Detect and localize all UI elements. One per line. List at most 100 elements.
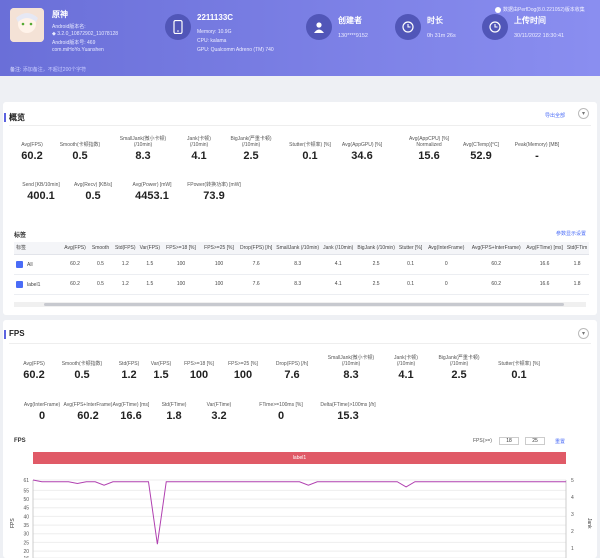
metric-label: FTime>=100ms [%] <box>259 402 303 408</box>
column-header[interactable]: Var(FPS) <box>137 242 163 255</box>
row-checkbox[interactable] <box>16 280 23 288</box>
table-cell: 0.1 <box>396 254 425 275</box>
column-header[interactable]: Std(FPS) <box>113 242 138 255</box>
table-cell: 100 <box>200 254 239 275</box>
metric-value: 2.5 <box>451 369 467 381</box>
overview-title: 概览 <box>4 113 25 122</box>
column-header[interactable]: Avg(FPS) <box>62 242 88 255</box>
metric-label: FPower(转换功率) [mW] <box>187 182 241 188</box>
y-tick-label: 40 <box>23 514 29 520</box>
table-cell: 100 <box>162 274 201 295</box>
device-memory: Memory: 10.9G <box>197 29 232 35</box>
fps-chart: 6155504540353025201654321FPSJank <box>10 478 592 558</box>
creator-title: 创建者 <box>338 16 362 25</box>
table-cell: 1.8 <box>564 254 590 275</box>
metric-value: 34.6 <box>351 150 373 162</box>
scrollbar-thumb[interactable] <box>44 303 564 306</box>
column-header[interactable]: SmallJank (/10min) <box>274 242 322 255</box>
metric-label: BigJank(严重卡顿) (/10min) <box>230 136 272 148</box>
metric-card: FPower(转换功率) [mW] 73.9 <box>182 176 246 202</box>
column-header[interactable]: Stutter [%] <box>396 242 425 255</box>
metric-label: Avg(AppGPU) [%] <box>341 142 383 148</box>
table-cell: 7.6 <box>238 254 275 275</box>
column-header[interactable]: Avg(InterFrame) <box>424 242 469 255</box>
reset-button[interactable]: 重置 <box>555 438 565 445</box>
table-cell: 8.3 <box>274 274 322 295</box>
metric-label: Smooth(卡顿指数) <box>59 142 101 148</box>
app-version-label: Android版本名: <box>52 24 86 30</box>
y2-tick-label: 2 <box>571 529 574 535</box>
label-band[interactable]: label1 <box>33 452 566 464</box>
y-tick-label: 45 <box>23 506 29 512</box>
table-cell: 0.5 <box>88 274 113 295</box>
table-header: 标签 Avg(FPS) Smooth Std(FPS) Var(FPS) FPS>=18 … <box>14 242 590 255</box>
upload-time-icon <box>482 14 508 40</box>
metric-card: FTime>=100ms [%] 0 <box>249 396 313 422</box>
metric-value: 15.3 <box>337 410 359 422</box>
metric-value: 2.5 <box>243 150 259 162</box>
metric-label: Avg(CTemp)[°C] <box>462 142 500 148</box>
table-cell: 60.2 <box>468 254 525 275</box>
row-checkbox[interactable] <box>16 260 23 268</box>
column-header[interactable]: Drop(FPS) [/h] <box>238 242 275 255</box>
metric-value: 4453.1 <box>135 190 169 202</box>
table-cell: 1.5 <box>137 254 163 275</box>
metric-card: Avg(AppGPU) [%] 34.6 <box>330 136 394 162</box>
metric-value: 52.9 <box>470 150 492 162</box>
column-header[interactable]: Jank (/10min) <box>321 242 356 255</box>
table-cell: 1.2 <box>113 254 138 275</box>
y-tick-label: 61 <box>23 478 29 484</box>
app-package: com.miHoYo.Yuanshen <box>52 47 104 53</box>
app-version-code: Android版本号: 469 <box>52 40 96 46</box>
column-header[interactable]: Avg(FTime) [ms] <box>524 242 565 255</box>
device-model: 2211133C <box>197 13 234 22</box>
column-header[interactable]: BigJank (/10min) <box>355 242 397 255</box>
table-cell: 16.6 <box>524 254 565 275</box>
note-row[interactable]: 备注: 添加备注，不超过200个字符 <box>10 66 86 73</box>
column-header[interactable]: Avg(FPS+InterFrame) <box>468 242 525 255</box>
note-input[interactable]: 添加备注，不超过200个字符 <box>23 67 86 73</box>
metric-value: 0 <box>277 410 285 422</box>
device-gpu: GPU: Qualcomm Adreno (TM) 740 <box>197 47 274 53</box>
table-cell: 1.5 <box>137 274 163 295</box>
metric-label: Stutter(卡顿率) [%] <box>498 361 540 367</box>
metric-label: Peak(Memory) [MB] <box>514 142 560 148</box>
overview-collapse-button[interactable]: ▾ <box>578 108 589 119</box>
metric-card: Drop(FPS) [/h] 7.6 <box>260 355 324 381</box>
metric-card: Avg(CTemp)[°C] 52.9 <box>449 136 513 162</box>
y2-tick-label: 5 <box>571 478 574 484</box>
table-cell: 100 <box>162 254 201 275</box>
duration-title: 时长 <box>427 16 443 25</box>
fps-filter-low-input[interactable]: 18 <box>499 437 519 445</box>
export-all-link[interactable]: 导出全部 <box>545 112 565 119</box>
table-cell: 100 <box>200 274 239 295</box>
table-row[interactable]: All 60.2 0.5 1.2 1.5 100 100 7.6 8.3 4.1 2.5 0.1 0 60… <box>14 254 590 275</box>
column-header[interactable]: 标签 <box>14 242 62 255</box>
column-header[interactable]: Std(FTim <box>564 242 590 255</box>
fps-filter-high-input[interactable]: 25 <box>525 437 545 445</box>
table-row[interactable]: label1 60.2 0.5 1.2 1.5 100 100 7.6 8.3 4.1 2.5 0.1… <box>14 274 590 295</box>
table-cell: 1.2 <box>113 274 138 295</box>
metric-card: Avg(Recv) [KB/s] 0.5 <box>61 176 125 202</box>
y-tick-label: 30 <box>23 532 29 538</box>
column-header[interactable]: FPS>=25 [%] <box>200 242 239 255</box>
metric-label: BigJank(严重卡顿) (/10min) <box>438 355 480 367</box>
y-axis-label: FPS <box>10 518 16 528</box>
metric-value: 8.3 <box>135 150 151 162</box>
column-header[interactable]: FPS>=18 [%] <box>162 242 201 255</box>
app-name: 原神 <box>52 10 68 19</box>
fps-collapse-button[interactable]: ▾ <box>578 328 589 339</box>
metric-value: 3.2 <box>211 410 227 422</box>
column-header[interactable]: Smooth <box>88 242 113 255</box>
metric-card: Var(FTime) 3.2 <box>187 396 251 422</box>
table-cell: 60.2 <box>468 274 525 295</box>
creator-value: 130****9152 <box>338 33 368 39</box>
table-scrollbar[interactable] <box>14 302 586 307</box>
fps-chart-label: FPS <box>14 438 26 444</box>
fps-series-line <box>32 479 566 545</box>
metric-card: Peak(Memory) [MB] - <box>505 136 569 162</box>
param-settings-link[interactable]: 参数显示设置 <box>556 230 586 237</box>
metric-label: Drop(FPS) [/h] <box>275 361 309 367</box>
table-cell: 2.5 <box>355 274 397 295</box>
table-cell: 1.8 <box>564 274 590 295</box>
